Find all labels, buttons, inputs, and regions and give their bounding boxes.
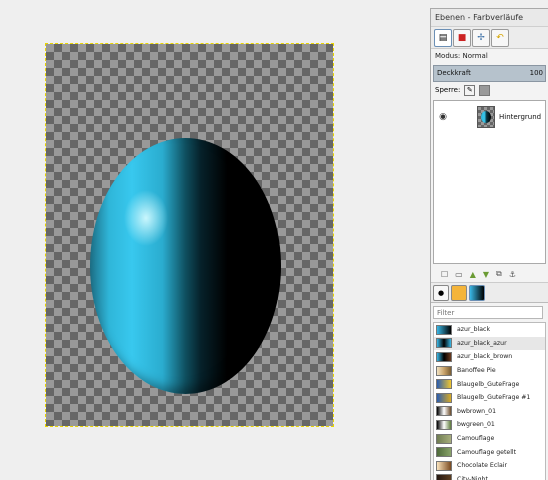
gradient-swatch [436, 379, 452, 390]
mode-row[interactable]: Modus: Normal [431, 49, 548, 63]
layer-name: Hintergrund [499, 113, 542, 121]
gradient-item[interactable]: bwbrown_01 [434, 405, 545, 419]
brushes-icon: ● [437, 289, 445, 297]
gradient-name: Blaugelb_GuteFrage [457, 380, 520, 388]
gradient-name: City-Night [457, 475, 488, 480]
undo-history-icon: ↶ [496, 33, 504, 43]
gradient-swatch [436, 338, 452, 349]
canvas-area[interactable] [0, 0, 430, 480]
layers-icon: ▤ [438, 33, 448, 43]
gradient-name: bwgreen_01 [457, 421, 495, 429]
gradient-name: bwbrown_01 [457, 407, 497, 415]
paths-icon: ✢ [477, 33, 485, 43]
gradient-swatch [436, 460, 452, 471]
gradient-name: Camouflage getellt [457, 448, 517, 456]
gradient-swatch [436, 406, 452, 417]
gradient-item[interactable]: azur_black [434, 323, 545, 337]
opacity-label: Deckkraft [437, 69, 471, 77]
gradient-swatch [436, 433, 452, 444]
duplicate-layer-icon[interactable]: ⧉ [496, 269, 502, 279]
gradient-swatch [436, 392, 452, 403]
gradient-name: Camouflage [457, 435, 495, 443]
lower-layer-icon[interactable]: ▼ [483, 270, 489, 279]
gradient-item[interactable]: Camouflage [434, 432, 545, 446]
gradient-name: Chocolate Eclair [457, 462, 508, 470]
channels-tab[interactable]: ■ [453, 29, 471, 47]
opacity-value: 100 [529, 69, 543, 77]
layer-actions-bar: ☐ ▭ ▲ ▼ ⧉ ⚓ [431, 266, 548, 283]
gradient-list[interactable]: azur_black azur_black_azur azur_black_brow… [433, 322, 546, 480]
new-layer-group-icon[interactable]: ▭ [455, 270, 463, 279]
brushes-tab[interactable]: ● [433, 285, 449, 301]
gradient-item[interactable]: Camouflage getellt [434, 445, 545, 459]
layers-tab[interactable]: ▤ [434, 29, 452, 47]
channels-icon: ■ [457, 33, 467, 43]
gradient-egg-shape [90, 138, 281, 394]
opacity-slider[interactable]: Deckkraft 100 [433, 65, 546, 82]
gradient-tab-bar: ● [431, 283, 548, 303]
layers-gradients-dock: Ebenen - Farbverläufe ▤ ■ ✢ ↶ Modus: Nor… [430, 8, 548, 480]
gradient-item[interactable]: azur_black_brown [434, 350, 545, 364]
gradient-name: Blaugelb_GuteFrage #1 [457, 394, 531, 402]
gradient-swatch [436, 474, 452, 480]
lock-pixels-icon[interactable]: ✎ [464, 84, 476, 96]
gradient-item[interactable]: Chocolate Eclair [434, 459, 545, 473]
gradient-name: Banoffee Pie [457, 367, 496, 375]
layer-thumbnail [477, 106, 495, 128]
gradients-tab[interactable] [469, 285, 485, 301]
gradient-item[interactable]: azur_black_azur [434, 336, 545, 351]
eye-icon[interactable]: ◉ [437, 112, 449, 122]
undo-history-tab[interactable]: ↶ [491, 29, 509, 47]
gradient-item[interactable]: Blaugelb_GuteFrage #1 [434, 391, 545, 405]
layer-row[interactable]: ◉ Hintergrund [434, 101, 545, 133]
dock-title: Ebenen - Farbverläufe [431, 9, 548, 27]
gradient-name: azur_black_brown [457, 353, 513, 361]
mode-label: Modus: [435, 52, 461, 60]
raise-layer-icon[interactable]: ▲ [470, 270, 476, 279]
gradient-item[interactable]: City-Night [434, 473, 545, 480]
lock-row: Sperre: ✎ [431, 82, 548, 98]
gradient-item[interactable]: Blaugelb_GuteFrage [434, 377, 545, 391]
lock-label: Sperre: [435, 86, 461, 94]
gradient-swatch [436, 324, 452, 335]
gradient-swatch [436, 419, 452, 430]
patterns-tab[interactable] [451, 285, 467, 301]
filter-input[interactable] [433, 306, 543, 319]
layers-list[interactable]: ◉ Hintergrund [433, 100, 546, 264]
gradient-swatch [436, 365, 452, 376]
gradient-swatch [436, 351, 452, 362]
gradient-swatch [436, 447, 452, 458]
new-layer-icon[interactable]: ☐ [441, 270, 448, 279]
mode-value: Normal [462, 52, 488, 60]
image-canvas[interactable] [45, 43, 334, 427]
dock-tab-bar: ▤ ■ ✢ ↶ [431, 27, 548, 49]
gradient-item[interactable]: bwgreen_01 [434, 418, 545, 432]
anchor-icon[interactable]: ⚓ [509, 270, 516, 279]
gradient-item[interactable]: Banoffee Pie [434, 364, 545, 378]
gradient-name: azur_black [457, 326, 491, 334]
gradient-name: azur_black_azur [457, 339, 507, 347]
paths-tab[interactable]: ✢ [472, 29, 490, 47]
lock-alpha-icon[interactable] [479, 84, 491, 96]
